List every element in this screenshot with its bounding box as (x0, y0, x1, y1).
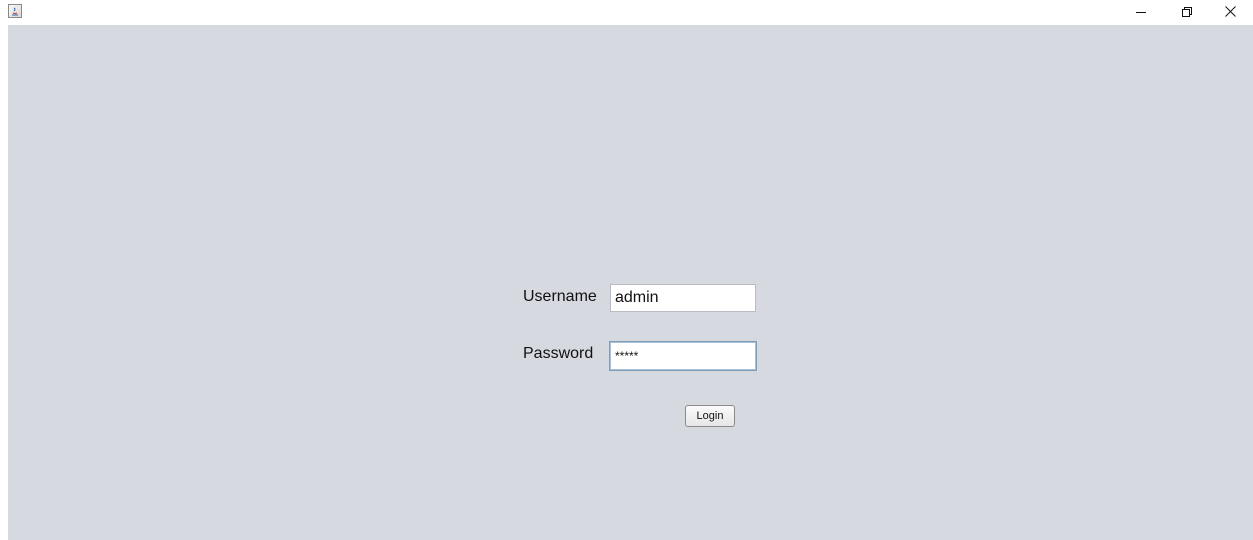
login-button[interactable]: Login (685, 405, 735, 427)
app-window: Username Password Login (0, 0, 1253, 540)
close-button[interactable] (1207, 0, 1253, 25)
close-icon (1224, 4, 1236, 22)
username-input[interactable] (610, 284, 756, 312)
minimize-icon (1136, 4, 1146, 22)
username-label: Username (523, 288, 597, 305)
restore-icon (1182, 4, 1192, 22)
login-panel: Username Password Login (8, 25, 1253, 540)
password-label: Password (523, 345, 594, 362)
restore-button[interactable] (1164, 0, 1210, 25)
java-icon (8, 4, 22, 18)
minimize-button[interactable] (1118, 0, 1164, 25)
password-input[interactable] (609, 341, 757, 371)
title-bar[interactable] (0, 0, 1253, 25)
